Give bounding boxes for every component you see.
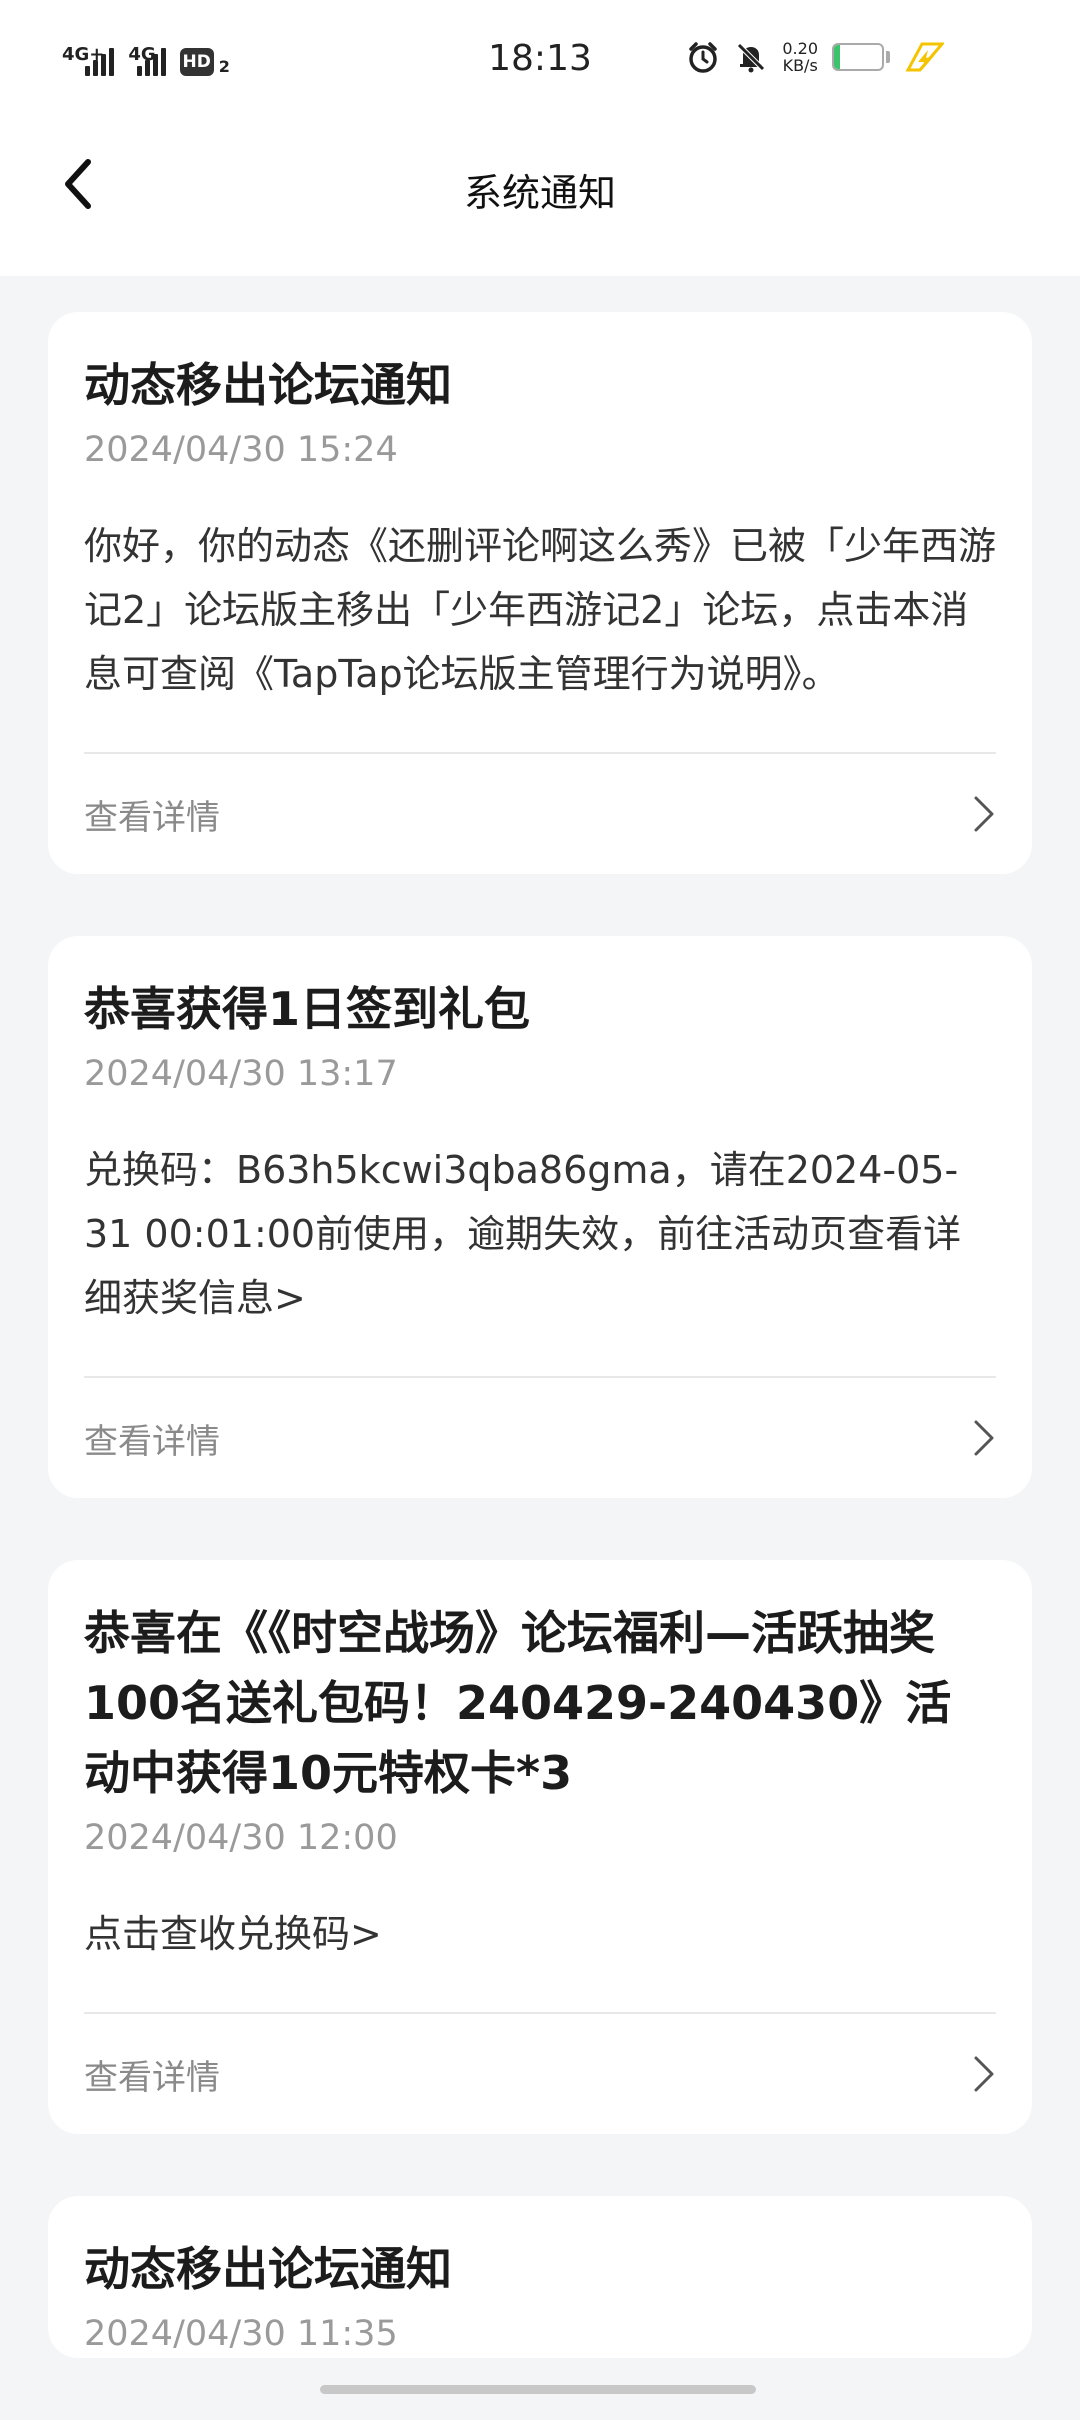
notification-body: 点击查收兑换码> [84, 1912, 382, 1956]
home-indicator[interactable] [320, 2385, 756, 2394]
status-bar: 4G+ 4G HD 2 18:13 0.20 KB/s 13 [0, 0, 1080, 120]
notification-card[interactable]: 恭喜在《《时空战场》论坛福利—活跃抽奖100名送礼包码！240429-24043… [48, 1560, 1032, 2134]
battery-level: 13 [845, 46, 871, 67]
notification-body: 兑换码：B63h5kcwi3qba86gma，请在2024-05-31 00:0… [84, 1148, 962, 1320]
notification-time: 2024/04/30 15:24 [84, 430, 398, 470]
chevron-right-icon [974, 2056, 994, 2092]
chevron-right-icon [974, 1420, 994, 1456]
speed-value: 0.20 [782, 39, 818, 58]
notification-time: 2024/04/30 13:17 [84, 1054, 398, 1094]
battery-nub [886, 51, 890, 63]
charging-icon [905, 42, 944, 72]
notification-title: 恭喜在《《时空战场》论坛福利—活跃抽奖100名送礼包码！240429-24043… [84, 1606, 952, 1800]
notification-title: 动态移出论坛通知 [84, 358, 452, 412]
notification-time: 2024/04/30 11:35 [84, 2314, 398, 2354]
notification-card[interactable]: 动态移出论坛通知 2024/04/30 11:35 [48, 2196, 1032, 2358]
notification-card[interactable]: 恭喜获得1日签到礼包 2024/04/30 13:17 兑换码：B63h5kcw… [48, 936, 1032, 1498]
alarm-icon [689, 42, 718, 73]
network-speed: 0.20 KB/s [782, 40, 818, 74]
nav-bar: 系统通知 [0, 120, 1080, 276]
notification-body: 你好，你的动态《还删评论啊这么秀》已被「少年西游记2」论坛版主移出「少年西游记2… [84, 524, 997, 696]
status-right: 0.20 KB/s 13 [686, 40, 944, 74]
notification-time: 2024/04/30 12:00 [84, 1818, 398, 1858]
notification-title: 恭喜获得1日签到礼包 [84, 982, 531, 1036]
view-details-row[interactable]: 查看详情 [84, 2012, 996, 2134]
battery-icon: 13 [832, 43, 884, 71]
top-bar: 4G+ 4G HD 2 18:13 0.20 KB/s 13 系统通知 [0, 0, 1080, 276]
view-details-row[interactable]: 查看详情 [84, 752, 996, 874]
view-details-row[interactable]: 查看详情 [84, 1376, 996, 1498]
speed-unit: KB/s [782, 56, 818, 75]
view-details-label: 查看详情 [84, 1421, 220, 1462]
chevron-right-icon [974, 796, 994, 832]
notification-list: 动态移出论坛通知 2024/04/30 15:24 你好，你的动态《还删评论啊这… [48, 312, 1032, 2420]
notification-card[interactable]: 动态移出论坛通知 2024/04/30 15:24 你好，你的动态《还删评论啊这… [48, 312, 1032, 874]
view-details-label: 查看详情 [84, 2057, 220, 2098]
view-details-label: 查看详情 [84, 797, 220, 838]
notification-title: 动态移出论坛通知 [84, 2242, 452, 2296]
mute-icon [737, 43, 766, 73]
page-title: 系统通知 [463, 171, 616, 215]
